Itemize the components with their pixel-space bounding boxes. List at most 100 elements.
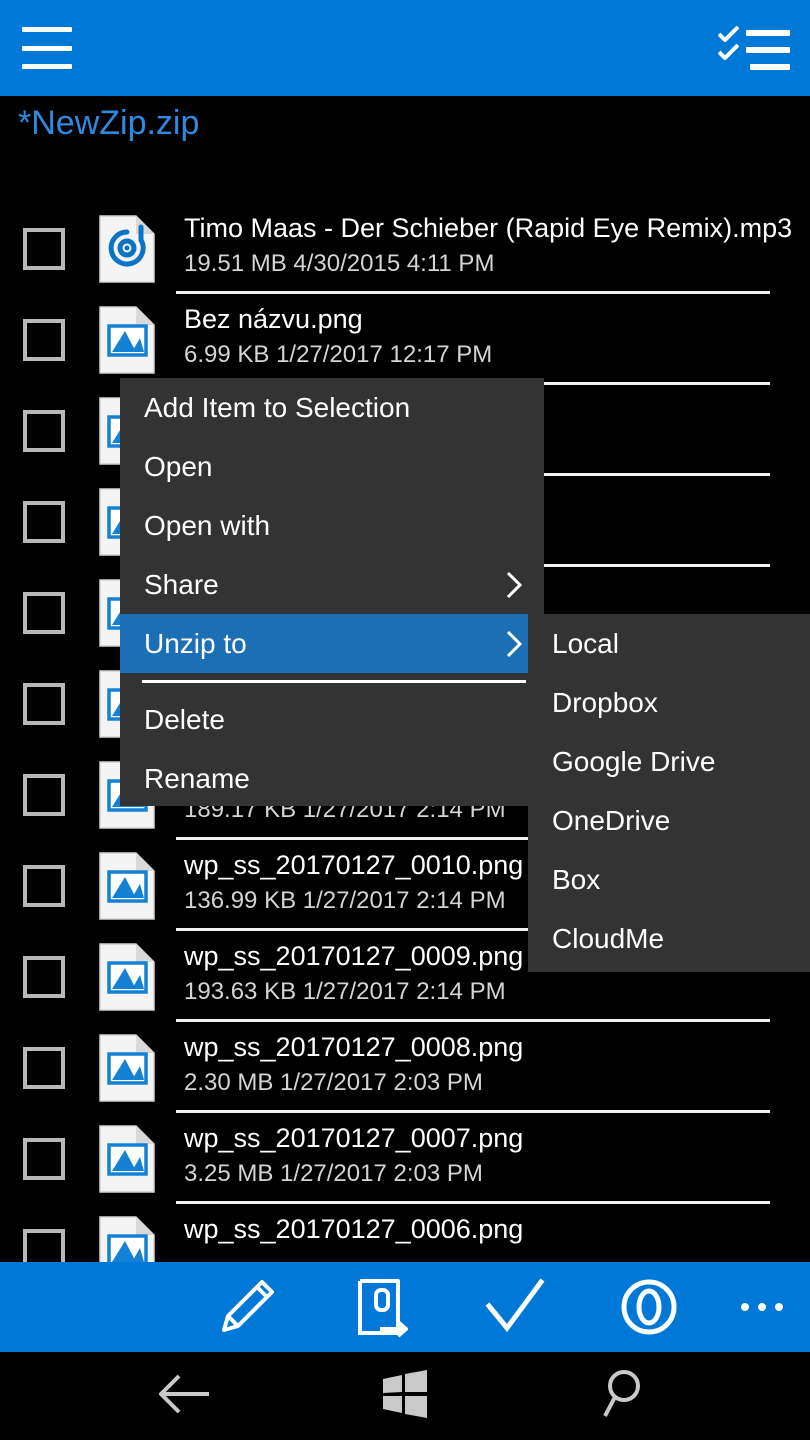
file-name: wp_ss_20170127_0008.png [184,1032,524,1062]
file-checkbox[interactable] [23,774,65,816]
submenu-item-label: CloudMe [552,922,665,954]
search-button[interactable] [580,1352,670,1440]
submenu-item-label: Box [552,863,601,895]
file-name: wp_ss_20170127_0010.png [184,850,524,880]
file-meta: 3.25 MB 1/27/2017 2:03 PM [184,1160,483,1187]
file-row[interactable]: Bez názvu.png 6.99 KB 1/27/2017 12:17 PM [0,293,810,385]
back-arrow-icon [157,1374,213,1419]
submenu-item-label: OneDrive [552,804,671,836]
list-line [746,30,790,36]
file-meta: 193.63 KB 1/27/2017 2:14 PM [184,978,506,1005]
menu-separator [142,680,526,683]
file-name: wp_ss_20170127_0009.png [184,941,524,971]
file-checkbox[interactable] [23,865,65,907]
submenu-item-cloudme[interactable]: CloudMe [528,909,810,968]
file-row[interactable]: wp_ss_20170127_0007.png 3.25 MB 1/27/2017… [0,1112,810,1204]
eye-icon [618,1276,680,1338]
menu-item-delete[interactable]: Delete [120,690,544,749]
image-file-icon [96,305,158,375]
phone-screen: *NewZip.zip Timo Maas - Der Schieber (Ra… [0,0,810,1440]
file-checkbox[interactable] [23,228,65,270]
move-to-device-icon [350,1276,412,1338]
start-button[interactable] [360,1352,450,1440]
audio-file-icon [96,214,158,284]
menu-item-share[interactable]: Share [120,555,544,614]
file-checkbox[interactable] [23,592,65,634]
file-name: Bez názvu.png [184,304,363,334]
file-meta: 19.51 MB 4/30/2015 4:11 PM [184,250,495,277]
check-icon [483,1276,547,1338]
list-line [746,47,790,53]
file-checkbox[interactable] [23,1047,65,1089]
dot [775,1303,783,1311]
check-glyph [718,44,740,60]
file-meta: 136.99 KB 1/27/2017 2:14 PM [184,887,506,914]
hamburger-line [22,27,72,32]
menu-item-open-with[interactable]: Open with [120,496,544,555]
file-checkbox[interactable] [23,683,65,725]
hamburger-icon[interactable] [22,27,72,69]
menu-item-add-item-to-selection[interactable]: Add Item to Selection [120,378,544,437]
submenu-item-dropbox[interactable]: Dropbox [528,673,810,732]
more-button[interactable] [722,1262,802,1352]
pencil-icon [216,1276,278,1338]
unzip-to-submenu[interactable]: Local Dropbox Google Drive OneDrive Box Cloud… [528,614,810,972]
image-file-icon [96,1215,158,1262]
menu-item-unzip-to[interactable]: Unzip to [120,614,544,673]
submenu-item-label: Dropbox [552,686,658,718]
ellipsis-icon [741,1303,783,1311]
select-button[interactable] [468,1262,562,1352]
menu-item-label: Share [144,568,219,600]
hamburger-line [22,45,72,51]
file-name: Timo Maas - Der Schieber (Rapid Eye Remi… [184,213,793,243]
submenu-item-label: Local [552,627,619,659]
file-name: wp_ss_20170127_0006.png [184,1214,524,1244]
menu-item-label: Open [144,450,213,482]
file-checkbox[interactable] [23,1229,65,1262]
image-file-icon [96,851,158,921]
submenu-item-google-drive[interactable]: Google Drive [528,732,810,791]
file-checkbox[interactable] [23,1138,65,1180]
menu-item-open[interactable]: Open [120,437,544,496]
move-button[interactable] [334,1262,428,1352]
submenu-item-onedrive[interactable]: OneDrive [528,791,810,850]
file-row[interactable]: wp_ss_20170127_0006.png [0,1203,810,1262]
view-button[interactable] [602,1262,696,1352]
file-checkbox[interactable] [23,410,65,452]
menu-item-rename[interactable]: Rename [120,749,544,808]
edit-button[interactable] [200,1262,294,1352]
windows-start-icon [381,1369,429,1423]
hamburger-line [22,64,72,69]
file-meta: 2.30 MB 1/27/2017 2:03 PM [184,1069,483,1096]
file-name: wp_ss_20170127_0007.png [184,1123,524,1153]
context-menu[interactable]: Add Item to Selection Open Open with Share U… [120,378,544,806]
back-button[interactable] [140,1352,230,1440]
submenu-item-label: Google Drive [552,745,716,777]
image-file-icon [96,942,158,1012]
chevron-right-icon [506,571,523,599]
file-row[interactable]: wp_ss_20170127_0008.png 2.30 MB 1/27/2017… [0,1021,810,1113]
archive-title: *NewZip.zip [18,104,200,142]
file-row[interactable]: Timo Maas - Der Schieber (Rapid Eye Remi… [0,202,810,294]
search-icon [601,1368,649,1425]
file-meta: 6.99 KB 1/27/2017 12:17 PM [184,341,493,368]
submenu-item-local[interactable]: Local [528,614,810,673]
file-checkbox[interactable] [23,319,65,361]
menu-item-label: Add Item to Selection [144,391,411,423]
command-bar [0,1262,810,1352]
system-nav-bar [0,1352,810,1440]
image-file-icon [96,1033,158,1103]
file-checkbox[interactable] [23,501,65,543]
dot [758,1303,766,1311]
check-glyph [718,26,740,42]
dot [741,1303,749,1311]
submenu-item-box[interactable]: Box [528,850,810,909]
image-file-icon [96,1124,158,1194]
menu-item-label: Delete [144,703,225,735]
app-bar [0,0,810,96]
select-list-icon[interactable] [718,26,790,72]
list-line [750,64,790,70]
file-checkbox[interactable] [23,956,65,998]
menu-item-label: Open with [144,509,271,541]
chevron-right-icon [506,630,523,658]
